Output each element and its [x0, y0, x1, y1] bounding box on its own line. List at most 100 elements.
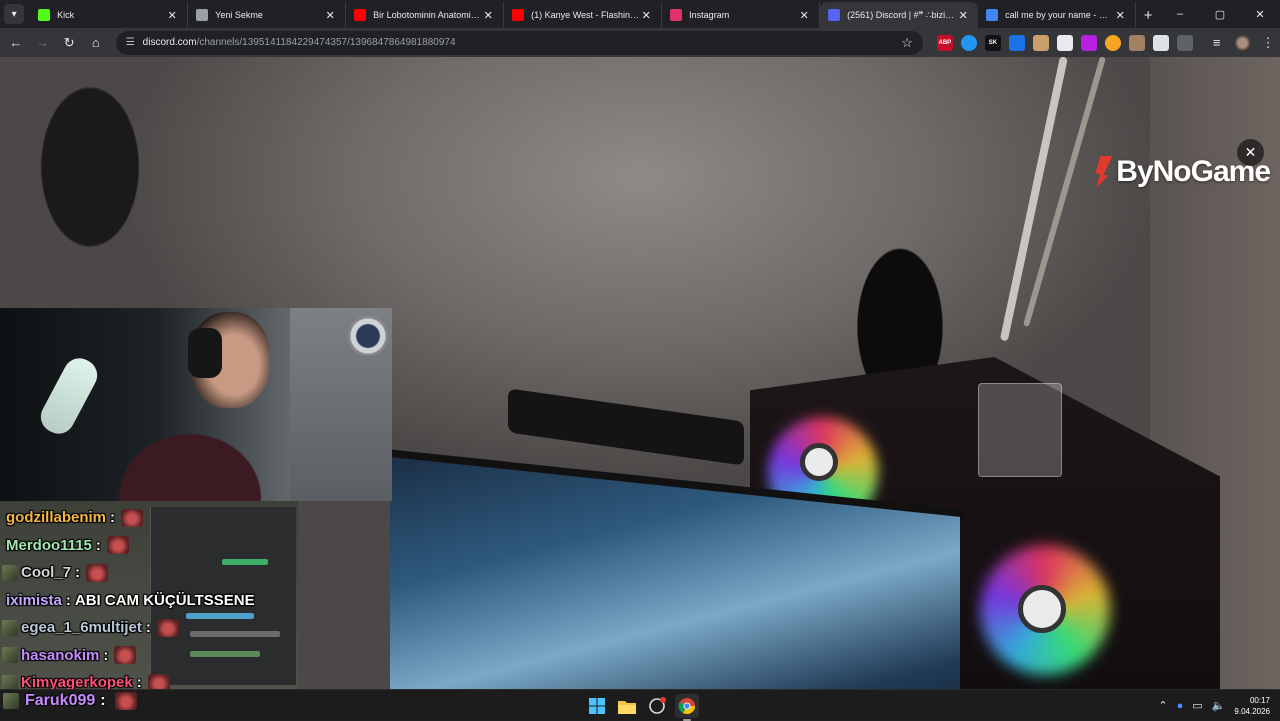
- minimize-button[interactable]: –: [1160, 8, 1200, 20]
- tab-title: Yeni Sekme: [215, 10, 263, 20]
- chrome-icon[interactable]: [675, 694, 699, 721]
- chevron-down-icon: ▾: [11, 8, 17, 20]
- chat-message: godzillabenim:: [0, 504, 300, 532]
- tray-chevron-icon[interactable]: ⌃: [1158, 699, 1167, 712]
- back-button[interactable]: ←: [4, 31, 28, 55]
- orange-extension-icon[interactable]: [1104, 34, 1121, 51]
- chat-emote-icon: [114, 646, 137, 665]
- chat-emote-icon: [86, 563, 109, 582]
- browser-tab[interactable]: Instagram ✕: [662, 2, 821, 28]
- browser-tab[interactable]: Bir Lobotominin Anatomisi: Ro✕: [346, 2, 505, 28]
- bookmark-star-icon[interactable]: ☆: [901, 35, 913, 51]
- sk-extension-icon[interactable]: SK: [984, 34, 1001, 51]
- tab-close-icon[interactable]: ✕: [323, 9, 337, 22]
- chat-username: hasanokim: [21, 646, 100, 664]
- chat-separator: :: [95, 536, 101, 554]
- browser-tab[interactable]: (1) Kanye West - Flashing Light✕: [504, 2, 663, 28]
- browser-tab[interactable]: (2561) Discord | #❞ ∴bizi-nas ✕: [820, 2, 979, 28]
- chat-separator: :: [136, 674, 142, 689]
- profile-avatar[interactable]: [1234, 34, 1251, 51]
- home-button[interactable]: ⌂: [84, 31, 108, 55]
- chat-username: Kimyagerkopek: [21, 674, 133, 689]
- monkey-extension-icon[interactable]: [1128, 34, 1145, 51]
- tab-title: (2561) Discord | #❞ ∴bizi-nas: [847, 9, 957, 20]
- volume-icon[interactable]: 🔈: [1212, 699, 1226, 712]
- extension-blue-icon[interactable]: [960, 34, 977, 51]
- chat-badge-icon: [2, 619, 18, 636]
- tab-search-button[interactable]: ▾: [4, 4, 25, 24]
- chat-badge-icon: [3, 693, 19, 709]
- display-icon[interactable]: ▭: [1192, 699, 1202, 712]
- new-tab-button[interactable]: +: [1136, 2, 1160, 28]
- home-icon: ⌂: [91, 35, 100, 50]
- tab-close-icon[interactable]: ✕: [956, 9, 970, 22]
- tab-close-icon[interactable]: ✕: [639, 9, 653, 22]
- chat-username: godzillabenim: [6, 509, 107, 527]
- taskbar-apps: [585, 694, 699, 721]
- adblock-plus-icon[interactable]: ABP: [936, 34, 953, 51]
- plus-icon: +: [1143, 6, 1153, 24]
- tab-close-icon[interactable]: ✕: [797, 9, 811, 22]
- shield-extension-icon[interactable]: [1152, 34, 1169, 51]
- chat-username: Faruk099: [25, 692, 96, 709]
- tab-close-icon[interactable]: ✕: [1113, 9, 1127, 22]
- chat-message: iximista: ABI CAM KÜÇÜLTSSENE: [0, 587, 300, 615]
- app-notification-icon[interactable]: [645, 694, 669, 718]
- chat-badge-icon: [2, 674, 18, 689]
- file-explorer-icon[interactable]: [615, 694, 639, 718]
- windows-start-icon[interactable]: [585, 694, 609, 718]
- download-icon[interactable]: [1008, 34, 1025, 51]
- figure-extension-icon[interactable]: [1032, 34, 1049, 51]
- room-fan: [348, 316, 388, 356]
- purple-extension-icon[interactable]: [1080, 34, 1097, 51]
- tab-title: Instagram: [689, 10, 730, 20]
- clock-date: 9.04.2026: [1234, 706, 1270, 716]
- reload-button[interactable]: ↻: [57, 31, 81, 55]
- browser-tab[interactable]: call me by your name - Google✕: [978, 2, 1137, 28]
- youtube-icon: [354, 9, 367, 21]
- chat-message: Kimyagerkopek:: [0, 669, 300, 689]
- browser-tab[interactable]: Kick ✕: [30, 2, 189, 28]
- chat-message: Cool_7:: [0, 559, 300, 587]
- close-stream-button[interactable]: ✕: [1237, 139, 1264, 166]
- system-clock[interactable]: 00:17 9.04.2026: [1234, 695, 1270, 717]
- extensions-area: ABP SK: [936, 34, 1193, 51]
- figurine-shadow: [0, 57, 190, 309]
- window-controls: – ▢ ✕: [1160, 0, 1280, 28]
- tab-title: (1) Kanye West - Flashing Light: [531, 10, 639, 20]
- close-window-button[interactable]: ✕: [1240, 8, 1280, 21]
- url-path: /channels/1395141184229474357/1396847864…: [196, 37, 456, 48]
- chat-separator: :: [145, 619, 151, 637]
- rgb-fan-hub: [800, 443, 838, 481]
- browser-tab[interactable]: Yeni Sekme ✕: [188, 2, 347, 28]
- system-tray: ⌃ ● ▭ 🔈 00:17 9.04.2026: [1158, 690, 1270, 721]
- chat-emote-icon: [156, 618, 179, 637]
- chat-emote-icon: [147, 673, 170, 689]
- arrow-right-icon: →: [36, 35, 49, 50]
- maximize-button[interactable]: ▢: [1200, 8, 1240, 21]
- menu-kebab-icon[interactable]: ⋮: [1256, 31, 1280, 55]
- youtube-icon: [512, 9, 525, 21]
- chat-separator: :: [75, 564, 81, 582]
- stream-viewport[interactable]: ByNoGame ✕ godzillabenim: Merdoo1115: Cool…: [0, 57, 1280, 689]
- forward-button[interactable]: →: [31, 31, 55, 55]
- tab-close-icon[interactable]: ✕: [165, 9, 179, 22]
- close-icon: ✕: [1244, 144, 1257, 160]
- clock-time: 00:17: [1249, 695, 1270, 705]
- site-info-icon[interactable]: ☰: [126, 37, 135, 48]
- puzzle-icon[interactable]: [1176, 34, 1193, 51]
- chat-emote-icon: [106, 536, 129, 555]
- tab-close-icon[interactable]: ✕: [481, 9, 495, 22]
- chat-emote-icon: [121, 508, 144, 527]
- lucky-cat-display: [978, 383, 1062, 477]
- chat-username: Cool_7: [21, 564, 72, 582]
- address-bar[interactable]: ☰ discord.com/channels/13951411842294743…: [115, 30, 923, 55]
- arrow-left-icon: ←: [9, 35, 23, 50]
- diamond-extension-icon[interactable]: [1056, 34, 1073, 51]
- chat-message: egea_1_6multijet:: [0, 614, 300, 642]
- microphone-icon[interactable]: ●: [1177, 700, 1184, 712]
- windows-taskbar: Faruk099 : ⌃ ● ▭ 🔈 00:17 9.04.2026: [0, 689, 1280, 721]
- chat-text: ABI CAM KÜÇÜLTSSENE: [74, 591, 255, 609]
- reading-list-icon[interactable]: ≡: [1205, 31, 1229, 55]
- chat-username: iximista: [6, 591, 62, 609]
